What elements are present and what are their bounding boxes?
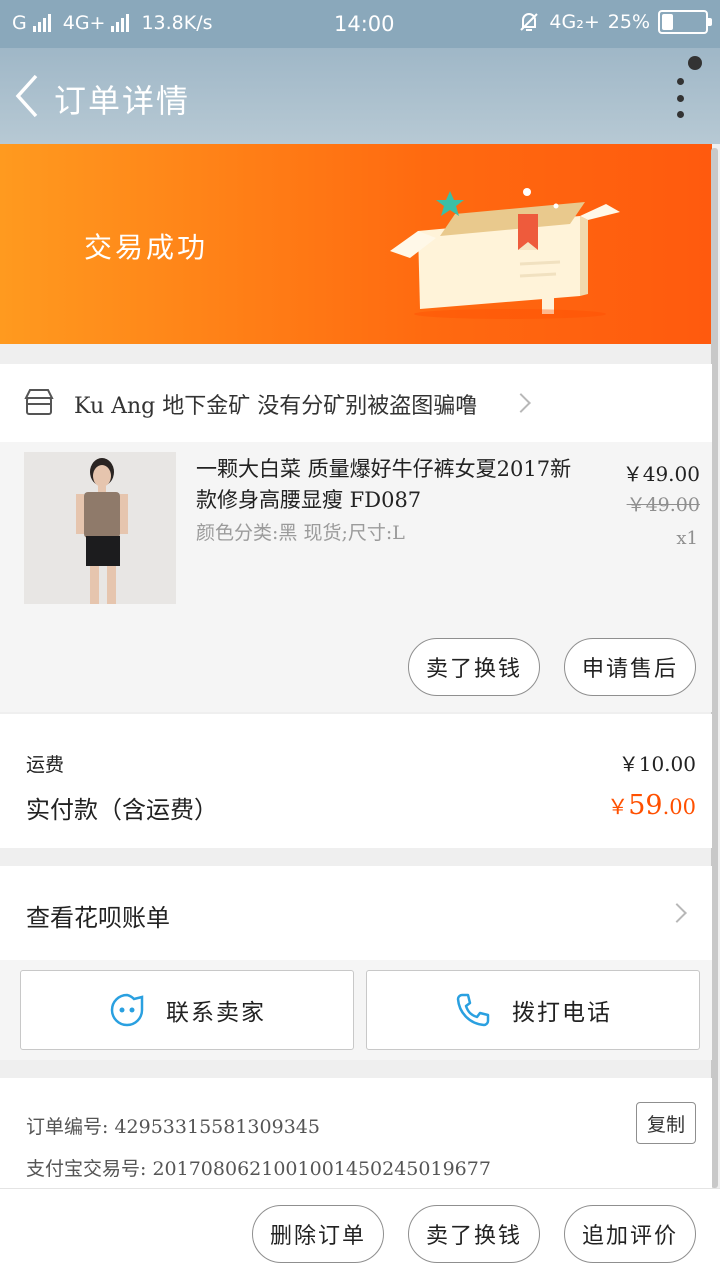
mute-icon [520, 13, 539, 31]
status-bar: G 4G+ 13.8K/s 14:00 4G₂+ 25% [0, 0, 720, 48]
copy-button[interactable]: 复制 [636, 1102, 696, 1144]
package-box-illustration [390, 188, 620, 319]
product-quantity: x1 [676, 528, 698, 549]
contact-seller-label: 联系卖家 [166, 1000, 266, 1026]
page-title: 订单详情 [54, 82, 191, 120]
product-thumbnail[interactable] [24, 452, 176, 604]
product-sku: 颜色分类:黑 现货;尺寸:L [196, 522, 405, 544]
alipay-number: 2017080621001001450245019677 [152, 1158, 491, 1180]
product-title[interactable]: 一颗大白菜 质量爆好牛仔裤女夏2017新款修身高腰显瘦 FD087 [196, 454, 576, 516]
product-original-price: ￥49.00 [626, 494, 700, 516]
product-item: 一颗大白菜 质量爆好牛仔裤女夏2017新款修身高腰显瘦 FD087 颜色分类:黑… [0, 442, 712, 712]
total-currency: ￥ [607, 795, 629, 819]
shop-name: Ku Ang 地下金矿 没有分矿别被盗图骗噜 [74, 394, 478, 419]
add-review-button[interactable]: 追加评价 [564, 1205, 696, 1263]
order-number-line: 订单编号: 42953315581309345 [26, 1112, 320, 1139]
view-huabei-bill-row[interactable]: 查看花呗账单 [0, 866, 712, 960]
total-value: ￥59.00 [607, 790, 696, 821]
notification-dot [688, 56, 702, 70]
contact-seller-button[interactable]: 联系卖家 [20, 970, 354, 1050]
total-integer: 59 [628, 790, 663, 821]
carrier-2: 4G+ [62, 12, 106, 34]
phone-icon [456, 993, 490, 1027]
scrollbar[interactable] [711, 148, 718, 1188]
call-phone-label: 拨打电话 [512, 1000, 612, 1026]
chevron-right-icon [667, 903, 687, 923]
chat-face-icon [110, 993, 144, 1027]
shipping-value: ￥10.00 [618, 752, 696, 776]
alipay-number-label: 支付宝交易号: [26, 1158, 147, 1180]
total-label: 实付款（含运费） [26, 796, 218, 824]
apply-after-sales-button[interactable]: 申请售后 [564, 638, 696, 696]
order-status: 交易成功 [84, 231, 209, 264]
product-price: ￥49.00 [622, 462, 700, 486]
fee-summary: 运费 ￥10.00 实付款（含运费） ￥59.00 [0, 714, 712, 848]
order-number: 42953315581309345 [114, 1116, 320, 1138]
nav-header: 订单详情 [0, 48, 720, 144]
delete-order-button[interactable]: 删除订单 [252, 1205, 384, 1263]
signal-icon-2 [111, 14, 130, 32]
contact-bar: 联系卖家 拨打电话 [0, 960, 712, 1060]
shop-row[interactable]: Ku Ang 地下金矿 没有分矿别被盗图骗噜 [0, 364, 712, 442]
status-left: G 4G+ 13.8K/s [12, 12, 213, 34]
bill-label: 查看花呗账单 [26, 904, 170, 932]
status-right: 4G₂+ 25% [517, 10, 712, 34]
sell-for-cash-button[interactable]: 卖了换钱 [408, 638, 540, 696]
back-arrow-icon [15, 74, 38, 118]
signal-icon [32, 14, 51, 32]
more-menu-button[interactable] [670, 78, 690, 118]
battery-icon [658, 10, 712, 34]
bottom-action-bar: 删除订单 卖了换钱 追加评价 [0, 1188, 720, 1280]
network-speed: 13.8K/s [141, 12, 213, 34]
sell-for-cash-bottom-button[interactable]: 卖了换钱 [408, 1205, 540, 1263]
model-photo-image [24, 452, 176, 604]
battery-percent: 25% [607, 11, 650, 33]
back-button[interactable] [10, 70, 46, 122]
chevron-right-icon [511, 393, 531, 413]
total-decimal: .00 [662, 795, 696, 819]
network-type: 4G₂+ [549, 11, 600, 33]
shipping-label: 运费 [26, 754, 65, 776]
status-banner: 交易成功 [0, 144, 712, 344]
clock: 14:00 [334, 12, 395, 36]
store-icon [24, 389, 54, 415]
call-phone-button[interactable]: 拨打电话 [366, 970, 700, 1050]
order-info: 订单编号: 42953315581309345 复制 支付宝交易号: 20170… [0, 1078, 712, 1188]
alipay-number-line: 支付宝交易号: 2017080621001001450245019677 [26, 1154, 491, 1181]
carrier-1: G [12, 12, 27, 34]
order-number-label: 订单编号: [26, 1116, 109, 1138]
